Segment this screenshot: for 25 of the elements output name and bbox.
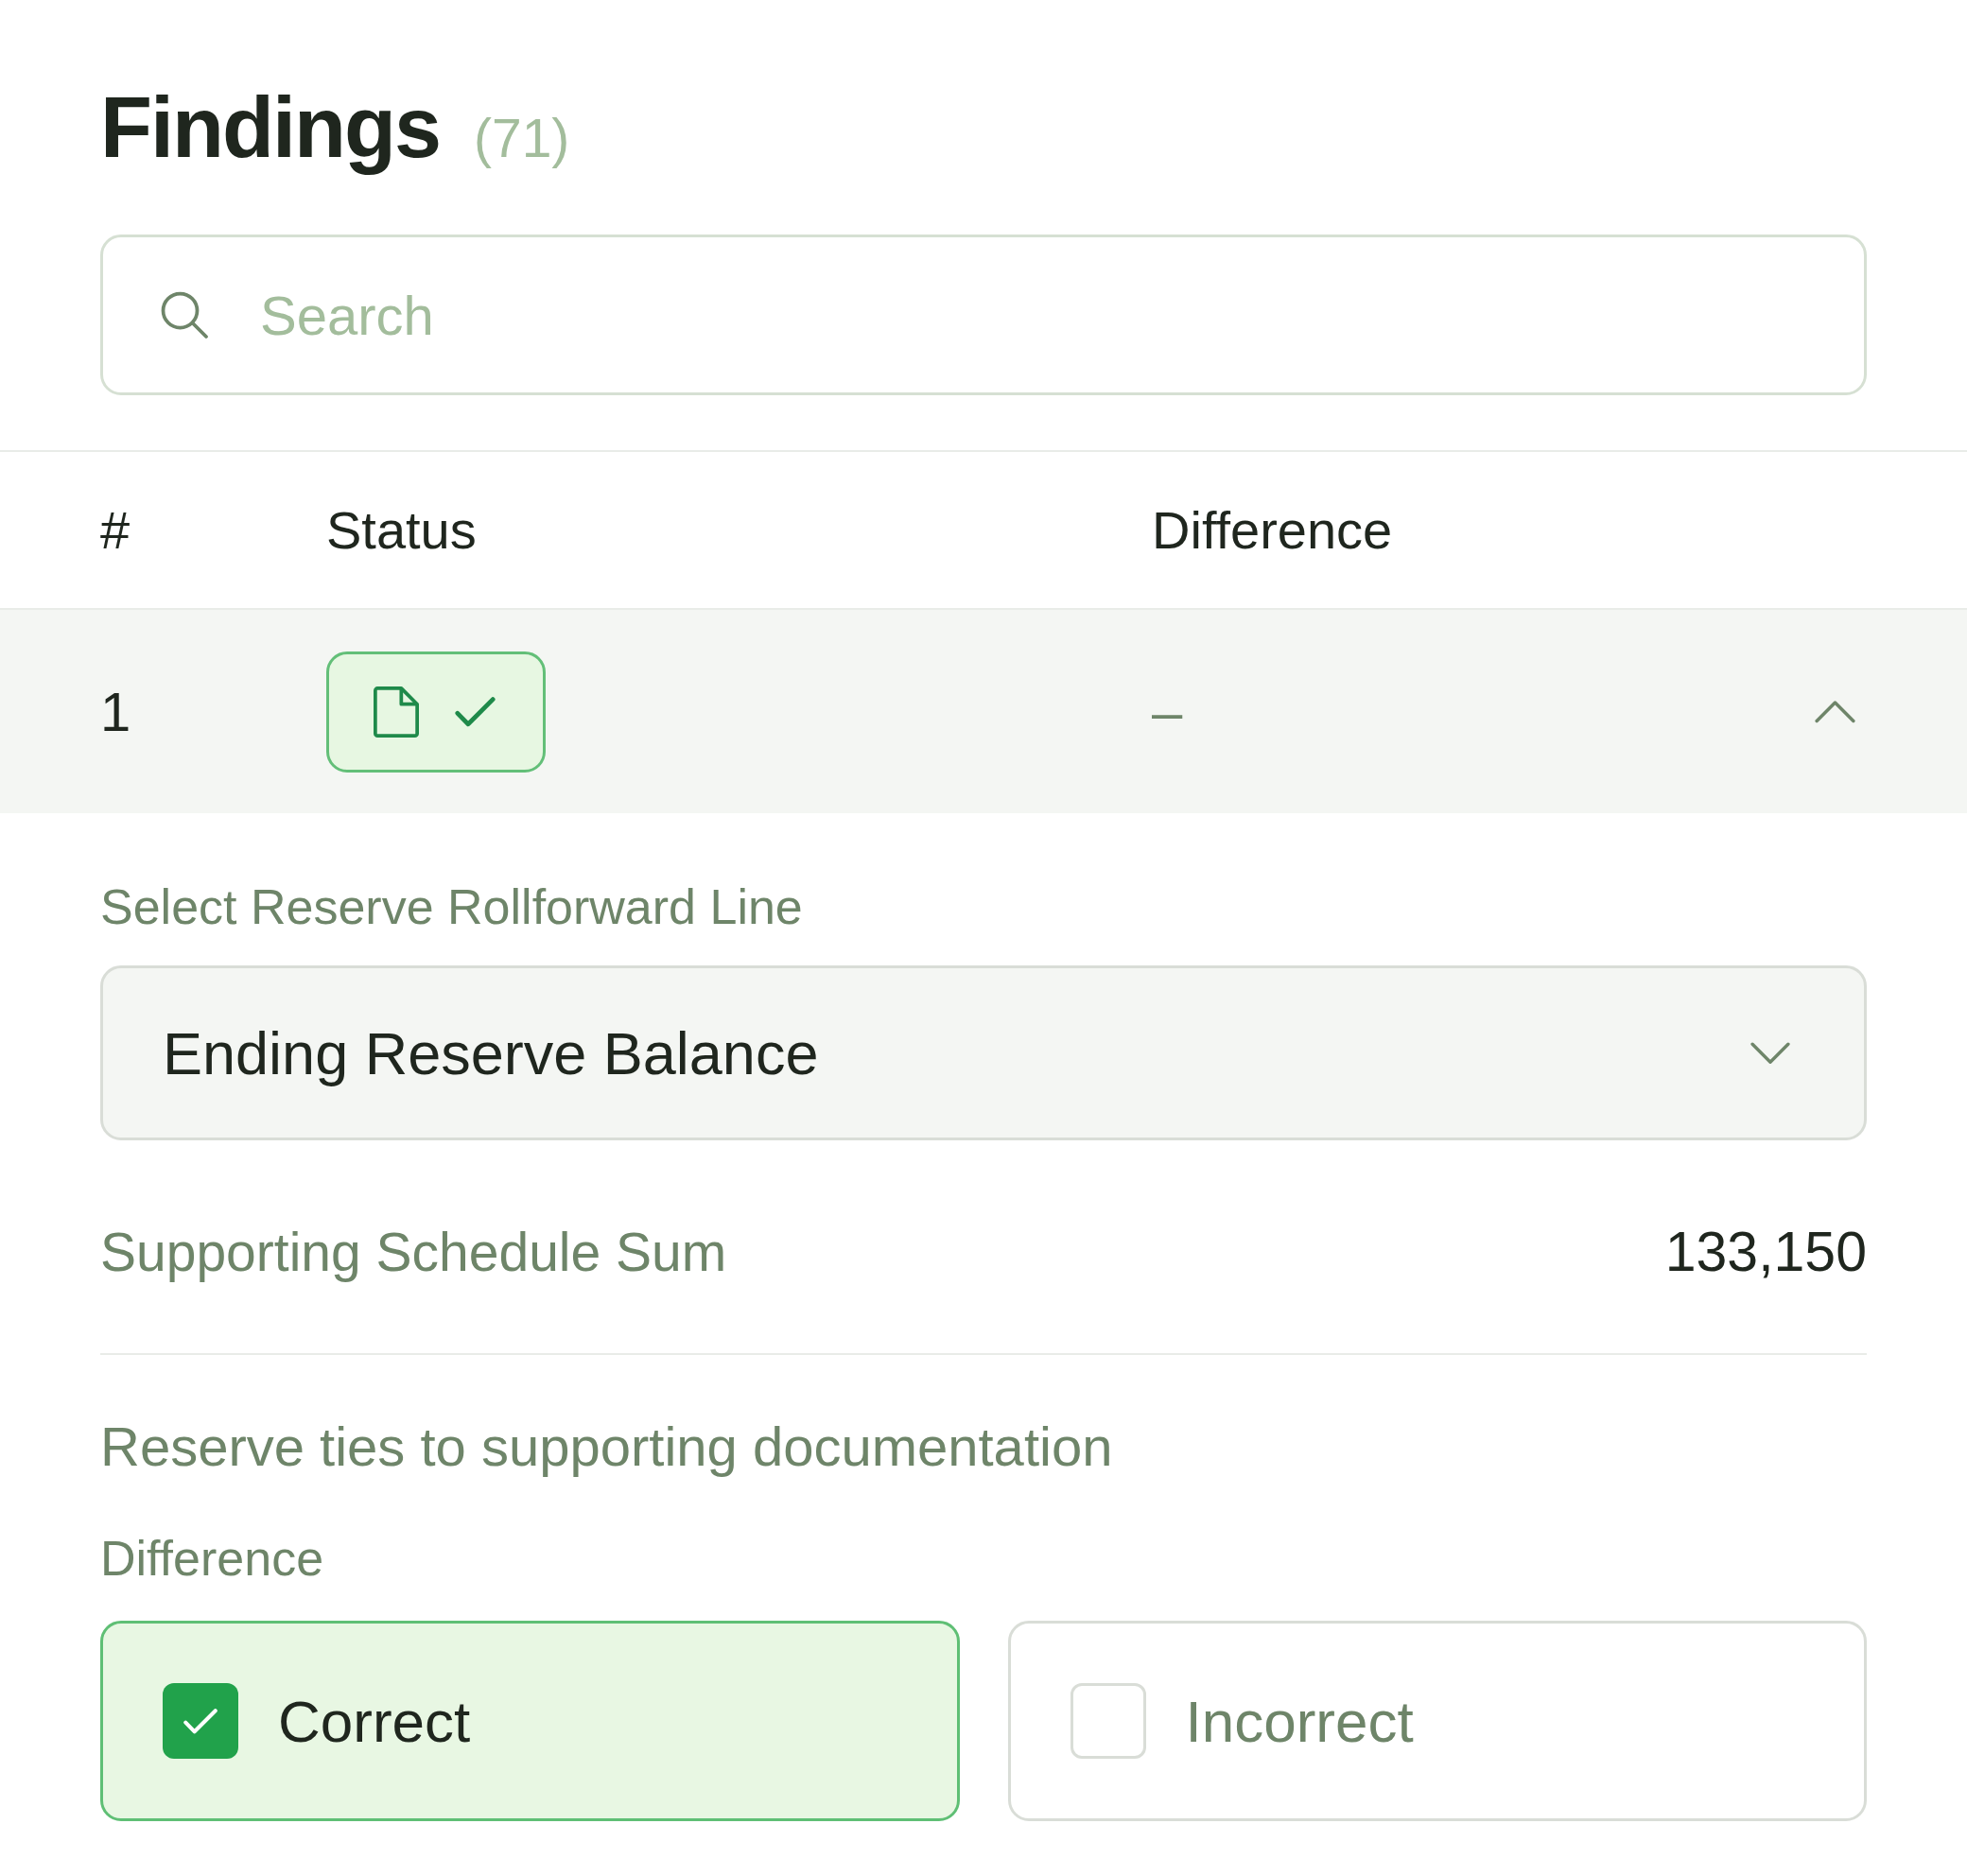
field-label: Difference bbox=[100, 1530, 325, 1588]
chevron-up-icon bbox=[1815, 700, 1855, 723]
checkbox[interactable] bbox=[1070, 1683, 1146, 1760]
choice-option[interactable]: Correct bbox=[100, 1621, 960, 1822]
search-field[interactable]: Search bbox=[100, 234, 1867, 395]
chevron-down-icon bbox=[1750, 1041, 1790, 1065]
search-icon bbox=[161, 291, 208, 339]
document-icon bbox=[374, 686, 419, 738]
choice-option[interactable]: Incorrect bbox=[1007, 1621, 1867, 1822]
difference-value: – bbox=[1152, 679, 1184, 744]
dropdown-select[interactable]: Ending Reserve Balance bbox=[100, 965, 1867, 1141]
check-icon bbox=[183, 1708, 218, 1734]
checkbox[interactable] bbox=[163, 1683, 238, 1760]
row-number: 1 bbox=[100, 679, 132, 744]
sum-label: Supporting Schedule Sum bbox=[100, 1221, 727, 1285]
column-header: # bbox=[100, 498, 131, 562]
column-header: Difference bbox=[1152, 498, 1394, 562]
table-row[interactable]: 1 – bbox=[0, 608, 1967, 813]
sum-value: 133,150 bbox=[1664, 1220, 1867, 1286]
count-label: (71) bbox=[473, 107, 570, 170]
column-header: Status bbox=[326, 498, 478, 562]
question-text: Reserve ties to supporting documentation bbox=[100, 1416, 1114, 1477]
check-icon bbox=[455, 696, 496, 727]
page-title: Findings bbox=[100, 79, 440, 177]
field-label: Select Reserve Rollforward Line bbox=[100, 878, 804, 936]
